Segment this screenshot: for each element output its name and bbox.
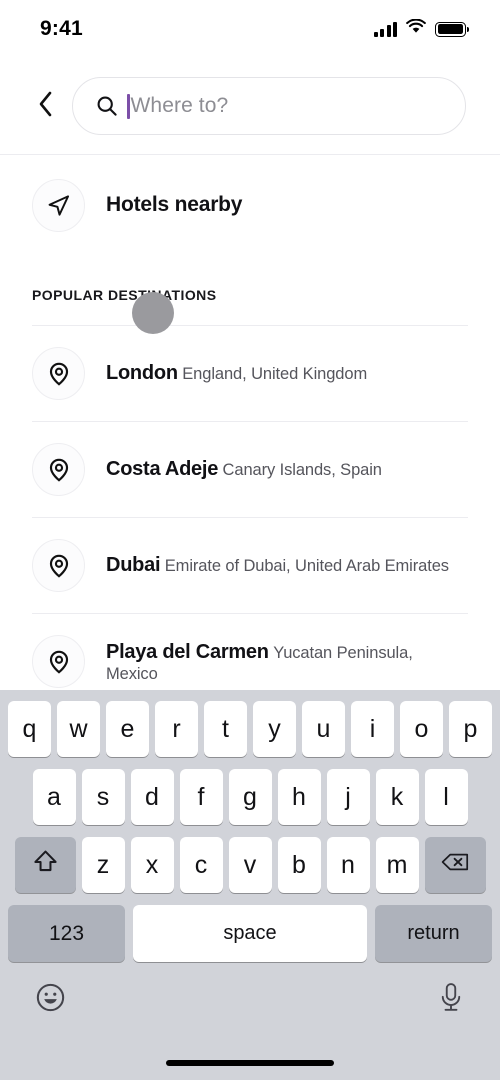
dictation-key[interactable] [436,981,466,1019]
keyboard-bottom-bar [0,962,500,1019]
key-w[interactable]: w [57,701,100,757]
map-pin-icon [32,443,85,496]
backspace-delete-icon [440,850,470,881]
backspace-key[interactable] [424,837,486,893]
shift-arrow-icon [32,848,59,882]
key-x[interactable]: x [130,837,174,893]
hotels-nearby-label: Hotels nearby [106,193,243,216]
destination-text: Playa del Carmen Yucatan Peninsula, Mexi… [106,640,468,684]
key-u[interactable]: u [302,701,345,757]
destination-subtitle: Canary Islands, Spain [222,461,382,479]
keyboard-row-2: a s d f g h j k l [0,769,500,825]
map-pin-icon [32,539,85,592]
key-t[interactable]: t [204,701,247,757]
key-v[interactable]: v [228,837,272,893]
map-pin-icon [32,635,85,688]
key-d[interactable]: d [130,769,174,825]
microphone-icon [436,981,466,1019]
shift-key[interactable] [14,837,76,893]
emoji-key[interactable] [34,981,67,1019]
status-time: 9:41 [40,17,83,40]
key-r[interactable]: r [155,701,198,757]
key-f[interactable]: f [179,769,223,825]
map-pin-icon [32,347,85,400]
key-i[interactable]: i [351,701,394,757]
key-g[interactable]: g [228,769,272,825]
key-l[interactable]: l [424,769,468,825]
key-a[interactable]: a [32,769,76,825]
numbers-key[interactable]: 123 [8,905,125,962]
key-n[interactable]: n [326,837,370,893]
cellular-signal-icon [373,21,397,37]
key-o[interactable]: o [400,701,443,757]
search-header: Where to? [0,58,500,155]
key-c[interactable]: c [179,837,223,893]
destination-text: Costa Adeje Canary Islands, Spain [106,457,382,482]
destination-name: Playa del Carmen [106,640,269,663]
key-k[interactable]: k [375,769,419,825]
popular-destinations-title: POPULAR DESTINATIONS [32,287,217,303]
chevron-left-icon [37,90,54,123]
home-indicator [166,1060,334,1066]
popular-destinations-list: London England, United Kingdom Costa Ade… [0,325,500,690]
destination-subtitle: England, United Kingdom [182,365,368,383]
key-b[interactable]: b [277,837,321,893]
wifi-icon [406,18,426,39]
hotels-nearby-row[interactable]: Hotels nearby [0,155,500,255]
status-icons [373,18,470,39]
key-s[interactable]: s [81,769,125,825]
destination-text: Dubai Emirate of Dubai, United Arab Emir… [106,553,449,578]
status-bar: 9:41 [0,0,500,58]
destination-text: London England, United Kingdom [106,361,367,386]
destination-name: Costa Adeje [106,458,219,480]
keyboard-row-4: 123 space return [0,905,500,962]
search-input[interactable]: Where to? [72,77,466,135]
keyboard-row-3: z x c v b n m [0,837,500,893]
key-j[interactable]: j [326,769,370,825]
search-placeholder: Where to? [130,94,229,117]
destination-subtitle: Emirate of Dubai, United Arab Emirates [164,557,449,575]
key-p[interactable]: p [449,701,492,757]
search-icon [95,94,119,118]
suggestions-panel: Hotels nearby POPULAR DESTINATIONS Londo… [0,155,500,690]
battery-full-icon [435,21,470,37]
key-h[interactable]: h [277,769,321,825]
list-item[interactable]: Playa del Carmen Yucatan Peninsula, Mexi… [32,613,468,690]
text-cursor [127,93,130,119]
keyboard-row-1: q w e r t y u i o p [0,701,500,757]
emoji-smiley-icon [34,981,67,1019]
destination-name: London [106,362,178,384]
key-z[interactable]: z [81,837,125,893]
key-y[interactable]: y [253,701,296,757]
key-m[interactable]: m [375,837,419,893]
navigation-arrow-icon [32,178,85,232]
on-screen-keyboard: q w e r t y u i o p a s d f g h j k l z … [0,690,500,1080]
list-item[interactable]: Dubai Emirate of Dubai, United Arab Emir… [32,517,468,613]
list-item[interactable]: London England, United Kingdom [32,325,468,421]
phone-screen: 9:41 Where to? Hotels nearby POPULAR DES… [0,0,500,1080]
return-key[interactable]: return [375,905,492,962]
destination-name: Dubai [106,554,161,576]
key-e[interactable]: e [106,701,149,757]
space-key[interactable]: space [133,905,367,962]
key-q[interactable]: q [8,701,51,757]
back-button[interactable] [28,86,62,126]
list-item[interactable]: Costa Adeje Canary Islands, Spain [32,421,468,517]
